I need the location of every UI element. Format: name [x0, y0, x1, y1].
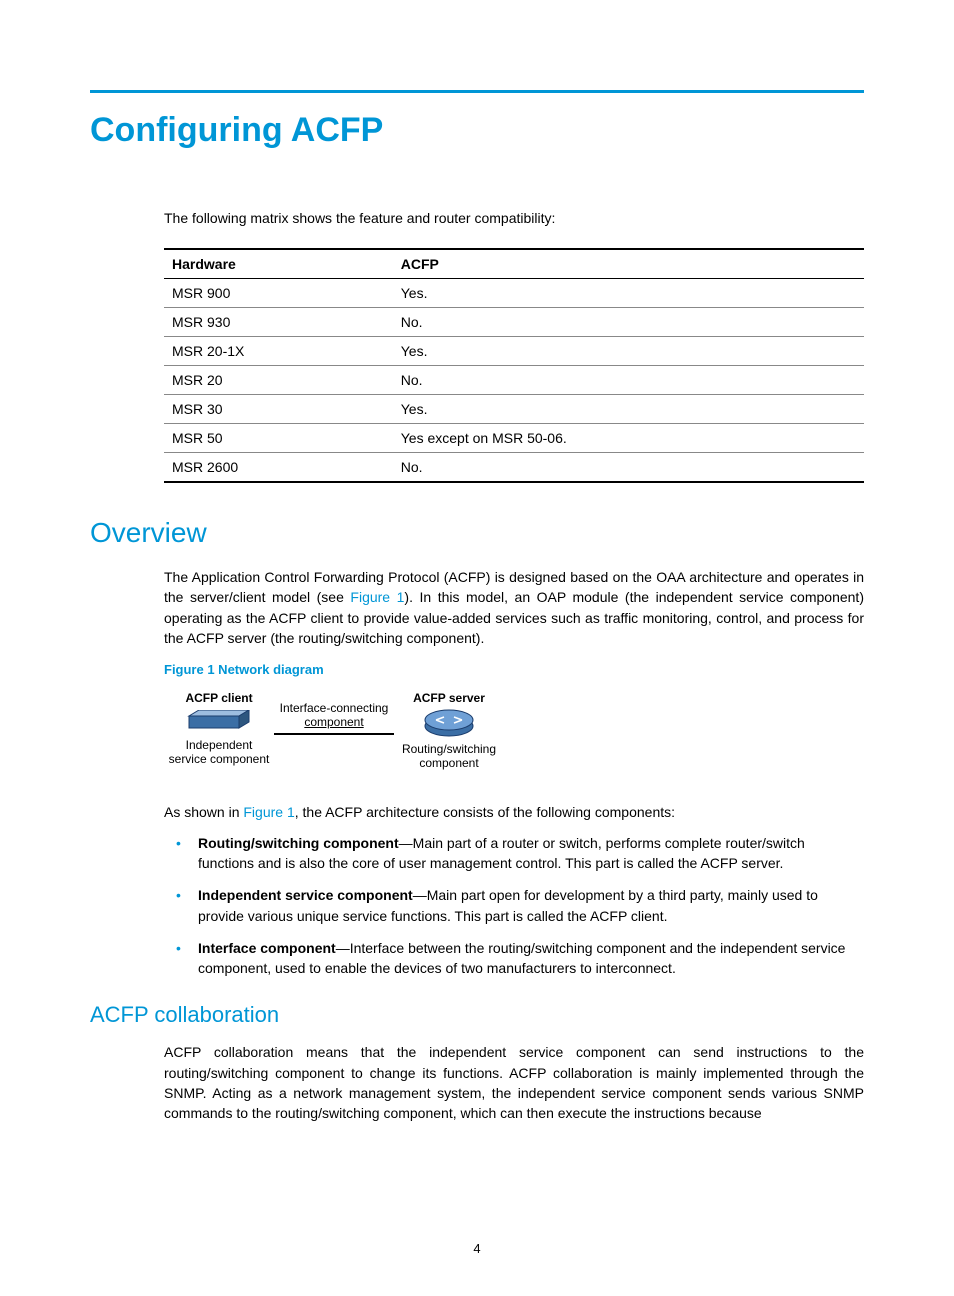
cell: MSR 30 [164, 395, 393, 424]
collab-paragraph: ACFP collaboration means that the indepe… [164, 1042, 864, 1123]
text: As shown in [164, 804, 243, 820]
table-row: MSR 50Yes except on MSR 50-06. [164, 424, 864, 453]
connector-line-icon [274, 733, 394, 735]
table-row: MSR 20-1XYes. [164, 337, 864, 366]
figure-title: Figure 1 Network diagram [164, 662, 864, 677]
page-number: 4 [0, 1241, 954, 1256]
table-header: Hardware [164, 249, 393, 279]
table-row: MSR 900Yes. [164, 279, 864, 308]
figure-client-label: ACFP client [185, 691, 252, 705]
server-device-icon [422, 706, 476, 738]
cell: Yes. [393, 279, 864, 308]
bold: Interface component [198, 940, 336, 956]
cell: MSR 900 [164, 279, 393, 308]
page-title: Configuring ACFP [90, 111, 864, 150]
cell: No. [393, 366, 864, 395]
cell: MSR 20 [164, 366, 393, 395]
cell: No. [393, 453, 864, 483]
list-item: Routing/switching component—Main part of… [164, 833, 864, 874]
table-row: MSR 30Yes. [164, 395, 864, 424]
table-row: MSR 20No. [164, 366, 864, 395]
component-list: Routing/switching component—Main part of… [164, 833, 864, 979]
figure-network-diagram: ACFP client Independent service componen… [164, 685, 504, 780]
bold: Routing/switching component [198, 835, 399, 851]
cell: MSR 50 [164, 424, 393, 453]
figure-server-sub: Routing/switching component [402, 742, 496, 771]
table-row: MSR 930No. [164, 308, 864, 337]
cell: No. [393, 308, 864, 337]
overview-paragraph: The Application Control Forwarding Proto… [164, 567, 864, 648]
figure-client-sub: Independent service component [169, 738, 270, 767]
figure-mid-bottom: component [304, 715, 363, 729]
figure-mid-top: Interface-connecting [280, 701, 389, 715]
cell: Yes. [393, 395, 864, 424]
figure-link[interactable]: Figure 1 [350, 589, 404, 605]
compat-table: Hardware ACFP MSR 900Yes. MSR 930No. MSR… [164, 248, 864, 483]
cell: MSR 930 [164, 308, 393, 337]
after-figure-text: As shown in Figure 1, the ACFP architect… [164, 802, 864, 822]
list-item: Independent service component—Main part … [164, 885, 864, 926]
section-heading-collab: ACFP collaboration [90, 1002, 864, 1028]
text: , the ACFP architecture consists of the … [295, 804, 675, 820]
table-row: MSR 2600No. [164, 453, 864, 483]
bold: Independent service component [198, 887, 413, 903]
cell: Yes. [393, 337, 864, 366]
table-header: ACFP [393, 249, 864, 279]
cell: MSR 2600 [164, 453, 393, 483]
intro-text: The following matrix shows the feature a… [164, 210, 864, 226]
section-heading-overview: Overview [90, 517, 864, 549]
cell: MSR 20-1X [164, 337, 393, 366]
list-item: Interface component—Interface between th… [164, 938, 864, 979]
figure-link[interactable]: Figure 1 [243, 804, 294, 820]
client-device-icon [183, 710, 255, 734]
cell: Yes except on MSR 50-06. [393, 424, 864, 453]
figure-server-label: ACFP server [413, 691, 485, 705]
